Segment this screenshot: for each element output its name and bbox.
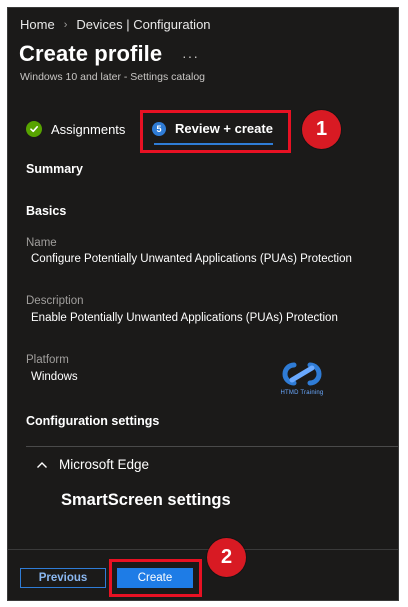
basics-heading: Basics — [26, 204, 67, 218]
description-label: Description — [26, 295, 84, 307]
tab-review-create[interactable]: 5 Review + create — [152, 121, 273, 136]
callout-badge-1: 1 — [302, 110, 341, 149]
step-number-icon: 5 — [152, 121, 166, 136]
chevron-up-icon — [36, 457, 48, 472]
footer-divider — [8, 549, 398, 550]
chevron-right-icon: › — [63, 18, 68, 31]
htmd-logo-text: HTMD Training — [280, 390, 324, 396]
callout-badge-2: 2 — [207, 538, 246, 577]
smartscreen-settings-title: SmartScreen settings — [61, 491, 231, 509]
active-tab-indicator — [154, 143, 273, 145]
previous-button[interactable]: Previous — [20, 568, 106, 588]
platform-value: Windows — [31, 371, 78, 383]
page-title: Create profile — [19, 41, 163, 66]
breadcrumb: Home › Devices | Configuration — [20, 17, 211, 32]
configuration-settings-heading: Configuration settings — [26, 414, 160, 428]
checkmark-icon — [26, 121, 42, 137]
microsoft-edge-group-label: Microsoft Edge — [59, 457, 150, 472]
summary-heading: Summary — [26, 162, 83, 176]
breadcrumb-home[interactable]: Home — [20, 17, 55, 32]
page-subtitle: Windows 10 and later - Settings catalog — [20, 71, 206, 83]
microsoft-edge-group-toggle[interactable]: Microsoft Edge — [36, 457, 149, 472]
tab-review-create-label: Review + create — [175, 121, 273, 136]
platform-label: Platform — [26, 354, 69, 366]
tab-assignments[interactable]: Assignments — [26, 121, 125, 137]
create-button[interactable]: Create — [117, 568, 193, 588]
tab-assignments-label: Assignments — [51, 121, 126, 137]
name-label: Name — [26, 237, 57, 249]
more-options-icon[interactable]: ··· — [182, 48, 199, 64]
create-profile-panel: Home › Devices | Configuration Create pr… — [7, 7, 399, 601]
htmd-logo-icon — [282, 362, 322, 386]
name-value: Configure Potentially Unwanted Applicati… — [31, 253, 352, 265]
section-divider — [26, 446, 398, 447]
description-value: Enable Potentially Unwanted Applications… — [31, 312, 338, 324]
breadcrumb-devices-configuration[interactable]: Devices | Configuration — [76, 17, 210, 32]
htmd-logo: HTMD Training — [274, 360, 330, 396]
